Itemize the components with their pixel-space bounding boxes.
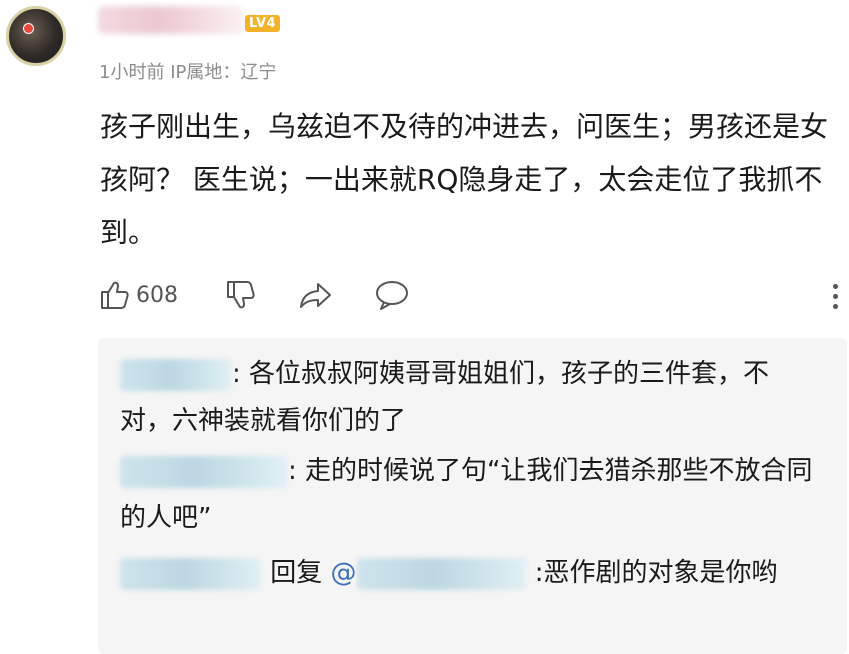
more-options-button[interactable] bbox=[833, 284, 839, 314]
thumbs-up-icon bbox=[98, 278, 132, 312]
reply-username-redacted[interactable] bbox=[120, 358, 232, 391]
share-button[interactable] bbox=[298, 278, 334, 312]
comment-actions: 608 bbox=[98, 278, 843, 318]
mention-at: @ bbox=[330, 558, 357, 588]
reply-button[interactable] bbox=[374, 278, 410, 312]
avatar-badge bbox=[23, 23, 34, 34]
comment-ip-location: IP属地：辽宁 bbox=[170, 62, 277, 83]
mention-username-redacted bbox=[356, 557, 527, 590]
comment-time: 1小时前 bbox=[99, 62, 165, 83]
reply-text: :恶作剧的对象是你哟 bbox=[526, 558, 778, 588]
like-count: 608 bbox=[136, 282, 178, 308]
reply-keyword: 回复 bbox=[262, 558, 331, 588]
reply-item[interactable]: : 各位叔叔阿姨哥哥姐姐们，孩子的三件套，不对，六神装就看你们的了 bbox=[120, 351, 820, 445]
thumbs-down-icon bbox=[224, 278, 258, 312]
like-button[interactable]: 608 bbox=[98, 278, 178, 312]
reply-item[interactable]: 回复 @ :恶作剧的对象是你哟 bbox=[120, 550, 820, 597]
avatar[interactable] bbox=[6, 6, 66, 66]
username-redacted[interactable] bbox=[98, 6, 244, 34]
reply-username-redacted[interactable] bbox=[120, 455, 288, 488]
comment-body: 孩子刚出生，乌兹迫不及待的冲进去，问医生；男孩还是女孩阿？ 医生说；一出来就RQ… bbox=[100, 110, 829, 249]
reply-list: : 各位叔叔阿姨哥哥姐姐们，孩子的三件套，不对，六神装就看你们的了 : 走的时候… bbox=[98, 338, 847, 654]
more-vertical-icon bbox=[833, 284, 839, 309]
mention-link[interactable]: @ bbox=[330, 557, 527, 590]
reply-username-redacted[interactable] bbox=[120, 557, 262, 590]
comment-meta: 1小时前 IP属地：辽宁 bbox=[99, 58, 276, 84]
reply-item[interactable]: : 走的时候说了句“让我们去猎杀那些不放合同的人吧” bbox=[120, 448, 820, 542]
dislike-button[interactable] bbox=[224, 278, 258, 312]
level-badge: LV4 bbox=[245, 15, 281, 32]
share-icon bbox=[298, 278, 334, 312]
comment-icon bbox=[374, 278, 410, 312]
